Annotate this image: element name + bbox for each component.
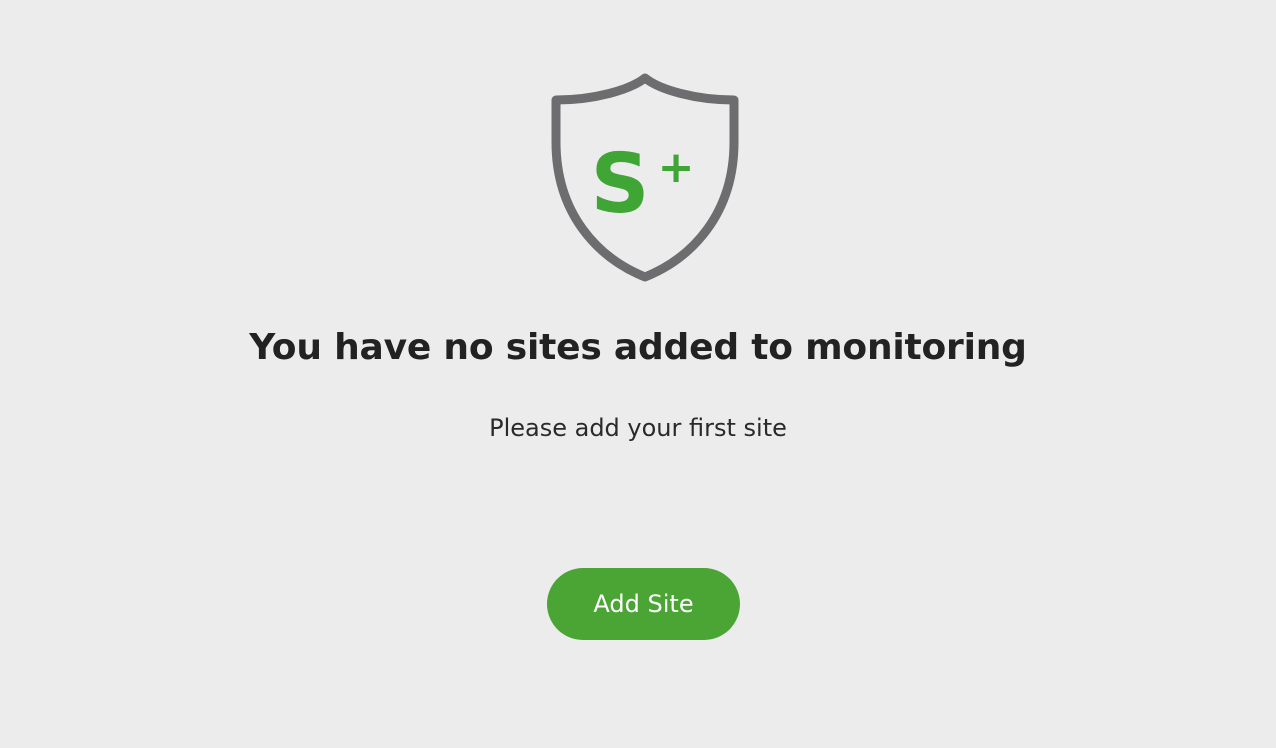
empty-state-subtitle: Please add your first site bbox=[489, 414, 787, 442]
shield-icon: S + bbox=[548, 72, 742, 282]
add-site-button[interactable]: Add Site bbox=[547, 568, 740, 640]
logo-plus: + bbox=[658, 142, 695, 193]
logo-letter: S bbox=[590, 137, 649, 232]
empty-state-page: S + You have no sites added to monitorin… bbox=[0, 0, 1276, 748]
empty-state-title: You have no sites added to monitoring bbox=[249, 327, 1027, 368]
shield-logo: S + bbox=[551, 73, 739, 282]
